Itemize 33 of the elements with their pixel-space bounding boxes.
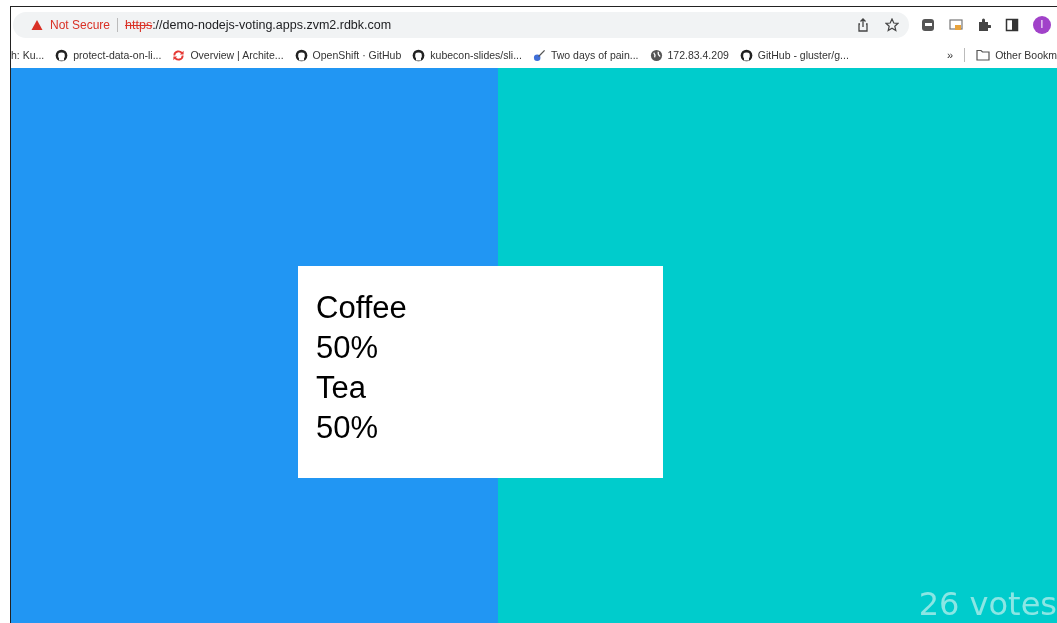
- security-label: Not Secure: [50, 17, 111, 32]
- bookmark-item[interactable]: protect-data-on-li...: [55, 48, 162, 62]
- bookmark-item[interactable]: 172.83.4.209: [649, 48, 729, 62]
- option-percent: 50%: [316, 409, 379, 447]
- bookmark-folder[interactable]: Other Bookm: [976, 49, 1057, 61]
- github-icon: [739, 48, 753, 62]
- bookmark-item[interactable]: OpenShift · GitHub: [294, 48, 402, 62]
- warning-icon: [31, 18, 43, 31]
- star-icon[interactable]: [885, 17, 899, 32]
- github-icon: [55, 48, 69, 62]
- folder-icon: [976, 49, 991, 61]
- sync-icon: [172, 48, 186, 62]
- bookmark-item[interactable]: kubecon-slides/sli...: [412, 48, 522, 62]
- option-name: Tea: [316, 369, 366, 407]
- github-icon: [294, 48, 308, 62]
- vote-count: 26 votes: [918, 584, 1057, 623]
- bookmark-item[interactable]: Two days of pain...: [532, 48, 639, 62]
- bookmark-item[interactable]: Overview | Archite...: [172, 48, 284, 62]
- guitar-icon: [532, 48, 546, 62]
- globe-icon: [649, 48, 663, 62]
- puzzle-icon[interactable]: [977, 17, 991, 32]
- url-text: https://demo-nodejs-voting.apps.zvm2.rdbk.com: [125, 17, 392, 32]
- option-name: Coffee: [316, 289, 407, 327]
- bookmark-item[interactable]: h: Ku...: [11, 49, 45, 61]
- option-percent: 50%: [316, 329, 379, 367]
- address-bar[interactable]: Not Secure https://demo-nodejs-voting.apps.zvm2.rdbk.com: [13, 11, 909, 38]
- share-icon[interactable]: [856, 17, 870, 32]
- sidebar-icon[interactable]: [1005, 17, 1019, 32]
- github-icon: [412, 48, 426, 62]
- extension-icon[interactable]: [921, 17, 935, 32]
- overflow-chevron[interactable]: »: [947, 49, 954, 61]
- profile-avatar[interactable]: I: [1033, 15, 1051, 34]
- bookmark-item[interactable]: GitHub - gluster/g...: [739, 48, 849, 62]
